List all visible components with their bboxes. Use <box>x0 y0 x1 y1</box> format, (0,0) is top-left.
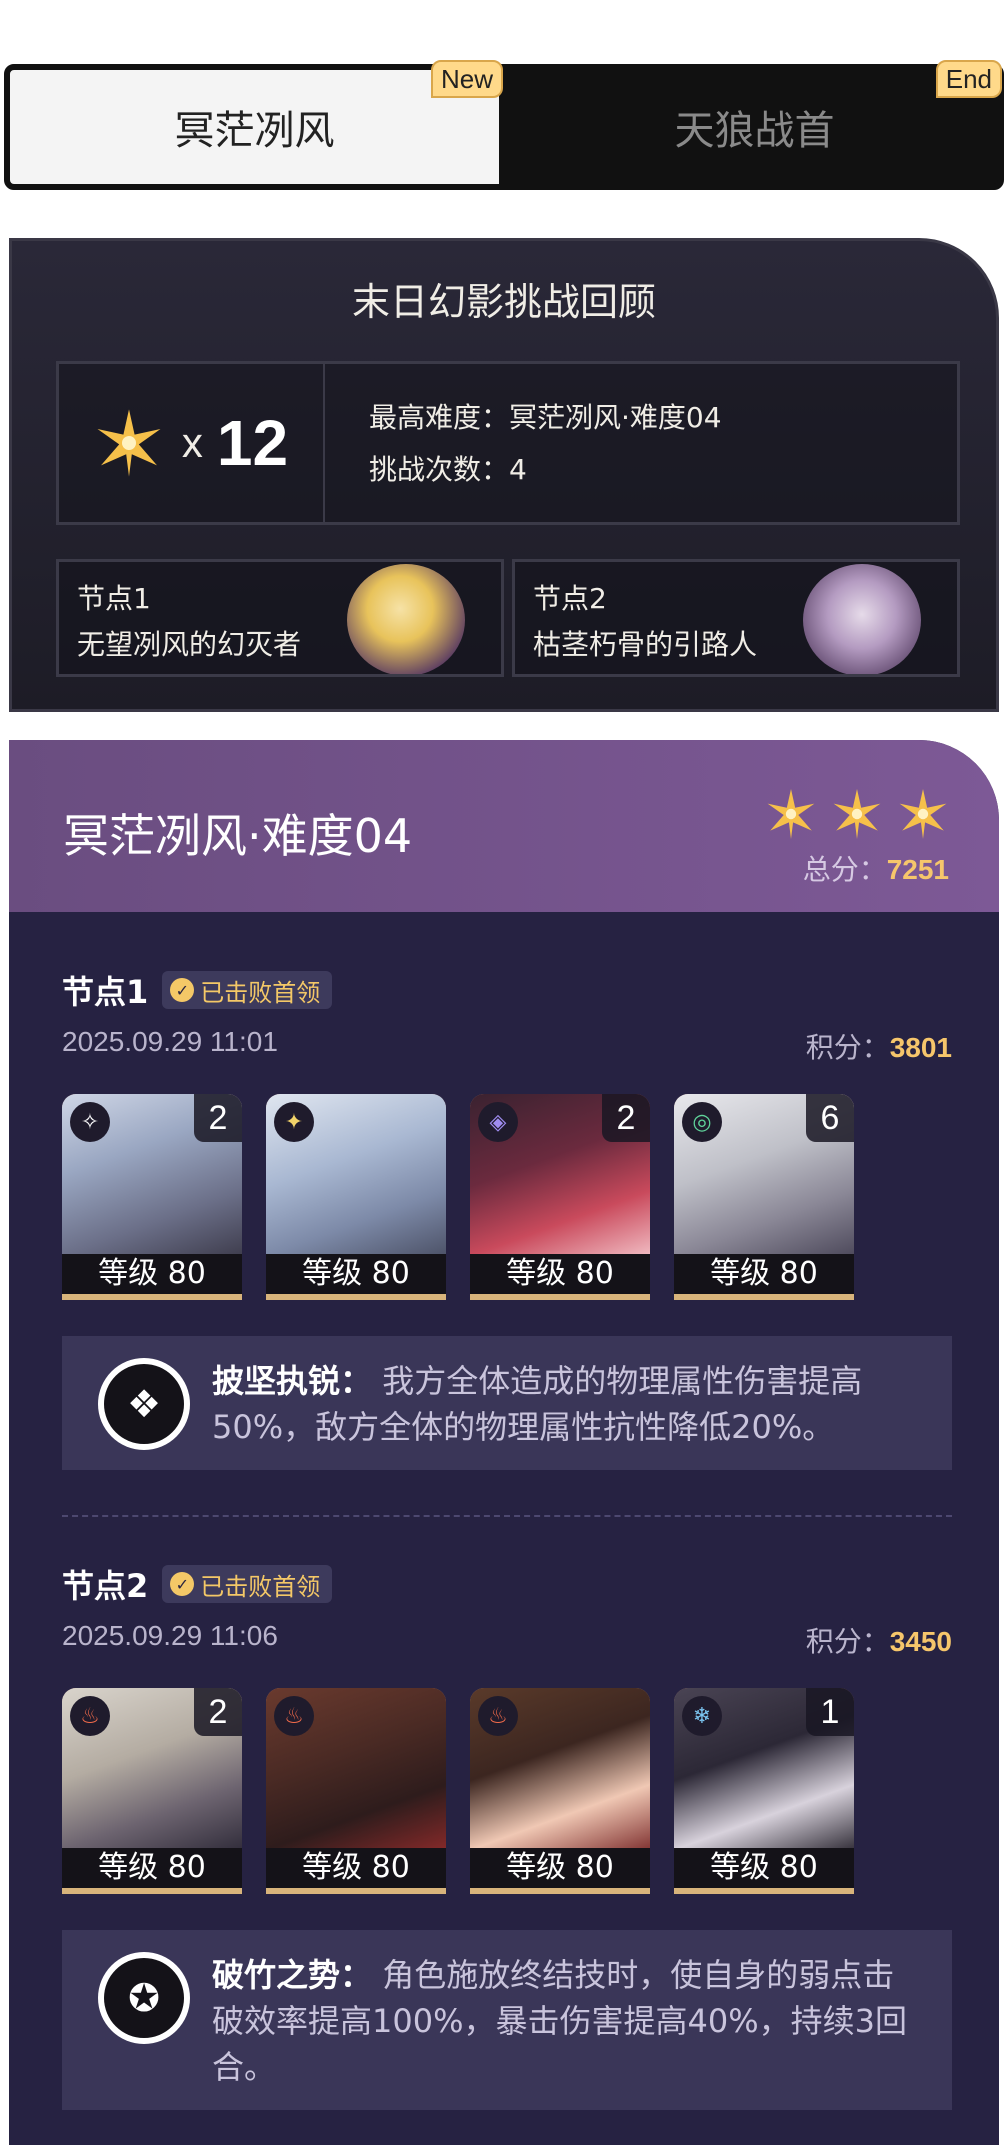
score-label: 积分： <box>805 1625 890 1658</box>
score-label: 积分： <box>805 1031 890 1064</box>
tab-tianlang-zhanshou[interactable]: 天狼战首 End <box>505 60 1004 190</box>
fire-icon: ♨ <box>478 1696 518 1736</box>
tab-label: 天狼战首 <box>674 108 835 154</box>
node-2-section: 节点2 ✓ 已击败首领 2025.09.29 11:06 积分：3450 ♨ 2… <box>62 1562 952 2110</box>
summary-details: 最高难度：冥茫冽风·难度04 挑战次数：4 <box>369 392 722 496</box>
eidolon-level: 6 <box>806 1094 854 1142</box>
end-badge: End <box>935 60 1002 98</box>
challenge-review-panel: 末日幻影挑战回顾 x 12 最高难度：冥茫冽风·难度04 挑战次数：4 节点1 … <box>9 238 999 712</box>
score-value: 3801 <box>889 1032 952 1063</box>
total-score-value: 7251 <box>886 854 949 885</box>
node-name: 节点2 <box>62 1567 149 1605</box>
node-card-1[interactable]: 节点1 无望冽风的幻灭者 <box>56 559 504 677</box>
tab-mingmang-liefeng[interactable]: 冥茫冽风 New <box>4 60 505 190</box>
fire-icon: ♨ <box>70 1696 110 1736</box>
stage-buff: ✪ 破竹之势： 角色施放终结技时，使自身的弱点击破效率提高100%，暴击伤害提高… <box>62 1930 952 2110</box>
team-lineup: ✧ 2 等级 80 ✦ 等级 80 ◈ 2 等级 80 ◎ 6 等级 80 <box>62 1094 952 1300</box>
boss-portrait <box>347 564 465 674</box>
attempt-count: 挑战次数：4 <box>369 453 527 486</box>
total-score-label: 总分： <box>802 853 887 886</box>
node-score: 积分：3450 <box>806 1620 952 1660</box>
boss-defeated-badge: ✓ 已击败首领 <box>162 971 333 1009</box>
ice-icon: ❄ <box>682 1696 722 1736</box>
physical-icon: ✧ <box>70 1102 110 1142</box>
buff-icon: ❖ <box>98 1358 190 1450</box>
character-level: 等级 80 <box>470 1254 650 1294</box>
eidolon-level: 1 <box>806 1688 854 1736</box>
result-header: 冥茫冽风·难度04 总分：7251 <box>9 740 999 912</box>
stage-tabs: 冥茫冽风 New 天狼战首 End <box>4 60 1004 190</box>
quantum-icon: ◈ <box>478 1102 518 1142</box>
character-card[interactable]: ❄ 1 等级 80 <box>674 1688 854 1894</box>
imaginary-icon: ✦ <box>274 1102 314 1142</box>
node-1-section: 节点1 ✓ 已击败首领 2025.09.29 11:01 积分：3801 ✧ 2… <box>62 968 952 1470</box>
difficulty-result-panel: 冥茫冽风·难度04 总分：7251 节点1 ✓ 已击败首领 2025.09.29… <box>9 740 999 2145</box>
tab-label: 冥茫冽风 <box>174 108 335 154</box>
boss-portrait <box>803 564 921 674</box>
wind-icon: ◎ <box>682 1102 722 1142</box>
stage-buff: ❖ 披坚执锐： 我方全体造成的物理属性伤害提高50%，敌方全体的物理属性抗性降低… <box>62 1336 952 1470</box>
star-icon <box>899 789 947 839</box>
character-card[interactable]: ♨ 2 等级 80 <box>62 1688 242 1894</box>
character-card[interactable]: ✧ 2 等级 80 <box>62 1094 242 1300</box>
character-level: 等级 80 <box>62 1254 242 1294</box>
character-card[interactable]: ✦ 等级 80 <box>266 1094 446 1300</box>
fire-icon: ♨ <box>274 1696 314 1736</box>
eidolon-level: 2 <box>194 1094 242 1142</box>
eidolon-level: 2 <box>194 1688 242 1736</box>
check-icon: ✓ <box>170 1572 195 1596</box>
star-multiplier: x <box>181 419 203 466</box>
result-stars <box>765 788 949 840</box>
node-name: 节点1 <box>62 973 149 1011</box>
challenge-time: 2025.09.29 11:01 <box>62 1026 278 1057</box>
check-icon: ✓ <box>170 978 195 1002</box>
character-card[interactable]: ◈ 2 等级 80 <box>470 1094 650 1300</box>
score-value: 3450 <box>889 1626 952 1657</box>
node-divider <box>62 1515 952 1517</box>
node-card-2[interactable]: 节点2 枯茎朽骨的引路人 <box>512 559 960 677</box>
total-score: 总分：7251 <box>803 848 949 888</box>
buff-name: 破竹之势： <box>212 1956 373 1994</box>
node-score: 积分：3801 <box>806 1026 952 1066</box>
review-title: 末日幻影挑战回顾 <box>351 280 656 324</box>
character-level: 等级 80 <box>470 1848 650 1888</box>
team-lineup: ♨ 2 等级 80 ♨ 等级 80 ♨ 等级 80 ❄ 1 等级 80 <box>62 1688 952 1894</box>
star-count: 12 <box>216 407 289 479</box>
character-card[interactable]: ◎ 6 等级 80 <box>674 1094 854 1300</box>
eidolon-level: 2 <box>602 1094 650 1142</box>
character-card[interactable]: ♨ 等级 80 <box>470 1688 650 1894</box>
result-title: 冥茫冽风·难度04 <box>63 809 413 863</box>
character-level: 等级 80 <box>62 1848 242 1888</box>
star-icon <box>97 409 161 477</box>
node-boss-cards: 节点1 无望冽风的幻灭者 节点2 枯茎朽骨的引路人 <box>56 559 960 677</box>
new-badge: New <box>430 60 503 98</box>
star-total: x 12 <box>59 364 325 522</box>
character-level: 等级 80 <box>266 1848 446 1888</box>
boss-defeated-badge: ✓ 已击败首领 <box>162 1565 333 1603</box>
star-icon <box>767 789 815 839</box>
badge-label: 已击败首领 <box>200 978 321 1007</box>
character-level: 等级 80 <box>674 1254 854 1294</box>
character-card[interactable]: ♨ 等级 80 <box>266 1688 446 1894</box>
challenge-time: 2025.09.29 11:06 <box>62 1620 278 1651</box>
star-icon <box>833 789 881 839</box>
buff-name: 披坚执锐： <box>212 1362 373 1400</box>
max-difficulty: 最高难度：冥茫冽风·难度04 <box>369 401 722 434</box>
summary-box: x 12 最高难度：冥茫冽风·难度04 挑战次数：4 <box>56 361 960 525</box>
buff-icon: ✪ <box>98 1952 190 2044</box>
character-level: 等级 80 <box>674 1848 854 1888</box>
character-level: 等级 80 <box>266 1254 446 1294</box>
badge-label: 已击败首领 <box>200 1572 321 1601</box>
